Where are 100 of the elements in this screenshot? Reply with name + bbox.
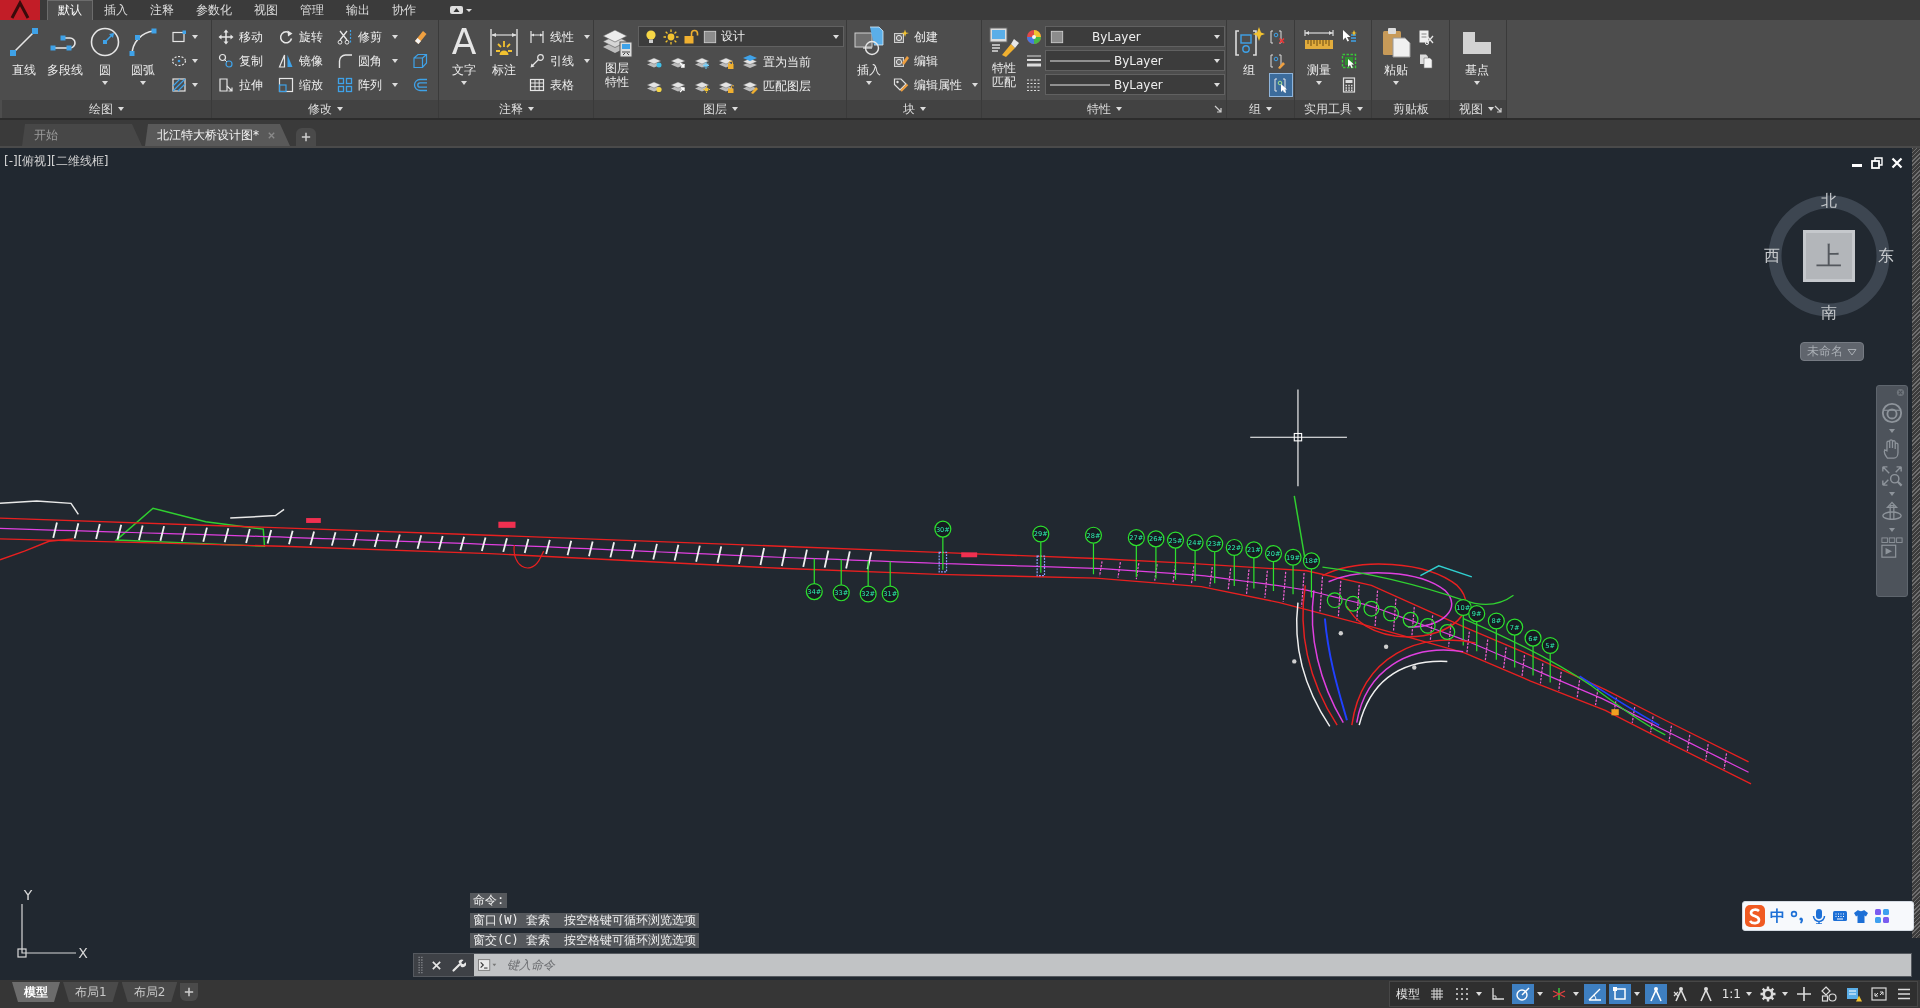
bracket-pencil-icon[interactable] (1269, 53, 1285, 69)
compass-direction-label[interactable]: 东 (1878, 247, 1894, 265)
model-space-button[interactable]: 模型 (1392, 985, 1423, 1003)
bracket-cursor-icon[interactable] (1269, 73, 1293, 97)
paste-button[interactable]: 粘贴 (1374, 20, 1418, 85)
ribbon-tab[interactable]: 协作 (381, 0, 427, 20)
compass-direction-label[interactable]: 西 (1764, 247, 1780, 265)
hatch-icon[interactable] (171, 77, 187, 93)
panel-menu-button[interactable]: 实用工具 (1303, 101, 1363, 117)
dialog-launcher-icon[interactable] (1214, 105, 1222, 113)
ungroup-icon[interactable] (1269, 29, 1285, 45)
calculator-icon[interactable] (1341, 77, 1357, 93)
workspace-toggle-icon[interactable] (449, 3, 473, 17)
panel-menu-button[interactable]: 组 (1249, 101, 1272, 117)
ribbon-tab[interactable]: 注释 (139, 0, 185, 20)
match-layer-button[interactable]: 匹配图层 (742, 78, 811, 94)
array-button[interactable]: 阵列 (337, 77, 412, 93)
edit-attributes-button[interactable]: 编辑属性 (893, 77, 978, 93)
panel-menu-button[interactable]: 注释 (498, 101, 534, 117)
ribbon-tab[interactable]: 参数化 (185, 0, 243, 20)
layer-properties-button[interactable]: 图层特性 (597, 20, 637, 89)
ribbon-tab[interactable]: 视图 (243, 0, 289, 20)
panel-menu-button[interactable]: 绘图 (89, 101, 124, 117)
text-button[interactable]: A 文字 (444, 20, 484, 85)
file-tab[interactable]: 北江特大桥设计图* (145, 124, 290, 146)
ribbon-tab[interactable]: 默认 (47, 0, 93, 20)
rotate-button[interactable]: 旋转 (278, 29, 337, 45)
scale-button[interactable]: 缩放 (278, 77, 337, 93)
ribbon-tab[interactable]: 插入 (93, 0, 139, 20)
wrench-icon[interactable] (451, 957, 466, 973)
keyboard-icon[interactable] (1832, 908, 1848, 924)
layout-tab[interactable]: 布局1 (63, 982, 119, 1002)
line-button[interactable]: 直线 (5, 20, 43, 77)
angle-icon[interactable] (1583, 984, 1606, 1004)
color-dropdown[interactable]: ByLayer (1045, 26, 1225, 47)
panel-menu-button[interactable]: 块 (902, 101, 926, 117)
mirror-button[interactable]: 镜像 (278, 53, 337, 69)
set-current-button[interactable]: 置为当前 (742, 54, 811, 70)
lineweight-dropdown[interactable]: ByLayer (1045, 50, 1225, 71)
table-button[interactable]: 表格 (529, 77, 574, 93)
linear-button[interactable]: 线性 (529, 29, 590, 45)
edit-block-button[interactable]: 编辑 (893, 53, 938, 69)
leader-button[interactable]: 引线 (529, 53, 590, 69)
dialog-launcher-icon[interactable] (1494, 105, 1502, 113)
panel-menu-button[interactable]: 视图 (1459, 101, 1494, 117)
frames-play-icon[interactable] (1881, 537, 1903, 559)
rectangle-icon[interactable] (171, 29, 187, 45)
orbit-icon[interactable] (1881, 501, 1903, 523)
fillet-button[interactable]: 圆角 (337, 53, 412, 69)
polyline-button[interactable]: 多段线 (43, 20, 87, 77)
panel-menu-button[interactable]: 图层 (702, 101, 738, 117)
file-tab[interactable]: 开始 (22, 124, 142, 146)
compass-icon[interactable] (1644, 984, 1667, 1004)
fullscreen-icon[interactable] (1868, 984, 1890, 1004)
stretch-button[interactable]: 拉伸 (218, 77, 278, 93)
circle-button[interactable]: 圆 (87, 20, 123, 85)
panel-menu-button[interactable]: 剪贴板 (1392, 101, 1429, 117)
view-cube-face[interactable]: 上 (1803, 230, 1855, 282)
app-grid-icon[interactable] (1874, 908, 1890, 924)
panel-menu-button[interactable]: 特性 (1086, 101, 1122, 117)
layout-tab[interactable]: 模型 (12, 982, 60, 1002)
layout-tab[interactable]: 布局2 (121, 982, 178, 1002)
create-block-button[interactable]: 创建 (893, 29, 938, 45)
square-snap-icon[interactable] (1608, 984, 1631, 1004)
zoom-icon[interactable] (1881, 465, 1903, 487)
add-layout-button[interactable] (180, 983, 199, 1001)
ellipse-icon[interactable] (171, 53, 187, 69)
ime-mode-toggle[interactable]: 中 (1770, 907, 1785, 925)
compass-direction-label[interactable]: 北 (1821, 192, 1837, 210)
ribbon-tab[interactable]: 输出 (335, 0, 381, 20)
microphone-icon[interactable] (1811, 908, 1827, 924)
eraser-icon[interactable] (412, 29, 428, 45)
group-button[interactable]: 组 (1229, 20, 1269, 77)
steering-wheel-icon[interactable] (1881, 402, 1903, 424)
app-logo-icon[interactable] (0, 0, 40, 20)
dimension-button[interactable]: 标注 (484, 20, 524, 77)
select-all-icon[interactable] (1341, 53, 1357, 69)
new-tab-button[interactable] (296, 128, 316, 146)
measure-button[interactable]: 测量 (1297, 20, 1341, 85)
copy-icon[interactable] (1418, 53, 1434, 69)
command-input-field[interactable]: 键入命令 (499, 954, 1911, 976)
viewport-menu-link[interactable]: [-] (4, 154, 18, 168)
copy-button[interactable]: 复制 (218, 53, 278, 69)
annotation-scale-button[interactable]: 1:1 (1719, 987, 1754, 1001)
layer-dropdown[interactable]: 设计 (638, 26, 844, 47)
viewport-menu-link[interactable]: [俯视] (17, 154, 52, 168)
compass-direction-label[interactable]: 南 (1821, 304, 1837, 322)
arc-button[interactable]: 圆弧 (123, 20, 163, 85)
ime-logo-icon[interactable] (1745, 905, 1765, 927)
insert-button[interactable]: 插入 (849, 20, 889, 85)
linetype-dropdown[interactable]: ByLayer (1045, 74, 1225, 95)
cube-icon[interactable] (412, 53, 428, 69)
command-prompt-icon[interactable] (474, 954, 499, 976)
viewport-menu-link[interactable]: [二维线框] (51, 154, 109, 168)
restore-icon[interactable] (1871, 157, 1883, 169)
punctuation-icon[interactable] (1790, 908, 1806, 924)
panel-menu-button[interactable]: 修改 (307, 101, 343, 117)
offset-arcs-icon[interactable] (412, 77, 428, 93)
move-button[interactable]: 移动 (218, 29, 278, 45)
cut-icon[interactable] (1418, 29, 1434, 45)
